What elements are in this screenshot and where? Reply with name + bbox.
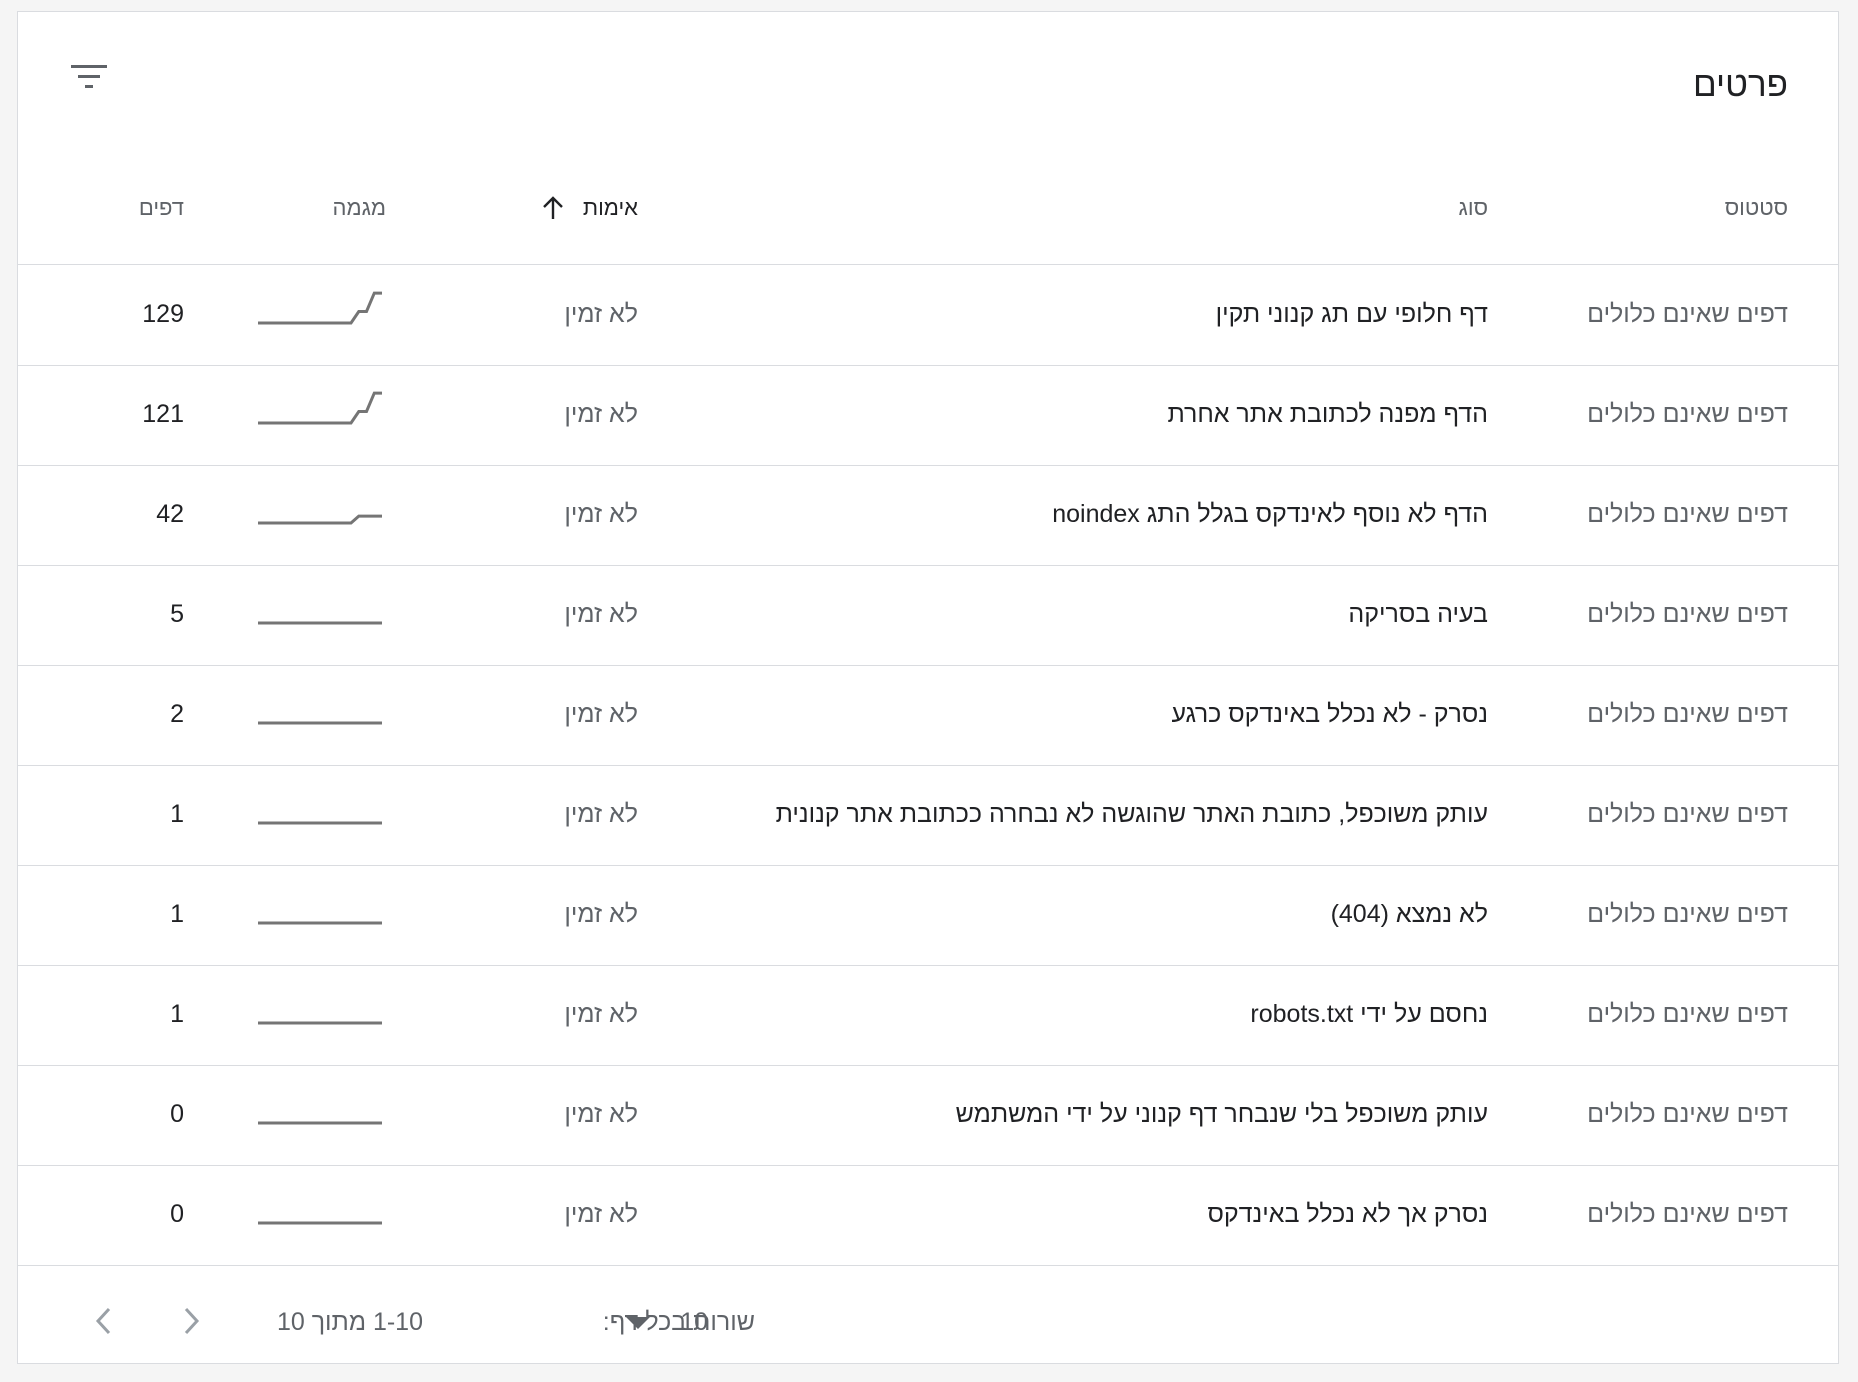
row-trend-sparkline (256, 389, 386, 431)
row-pages: 121 (142, 400, 184, 428)
row-type: בעיה בסריקה (1348, 600, 1488, 628)
row-pages: 129 (142, 300, 184, 328)
row-pages: 2 (170, 700, 184, 728)
trend-sparkline (258, 1021, 382, 1025)
row-type: נסרק אך לא נכלל באינדקס (1207, 1200, 1488, 1228)
row-pages: 5 (170, 600, 184, 628)
trend-sparkline (258, 1121, 382, 1125)
row-status: דפים שאינם כלולים (1587, 300, 1788, 328)
row-trend-sparkline (256, 1089, 386, 1131)
trend-sparkline (258, 391, 382, 425)
row-pages: 1 (170, 800, 184, 828)
row-type: נחסם על ידי robots.txt (1250, 1000, 1488, 1028)
row-verification: לא זמין (564, 700, 638, 728)
filter-button[interactable] (64, 52, 114, 102)
trend-sparkline (258, 514, 382, 525)
row-verification: לא זמין (564, 1000, 638, 1028)
row-trend-sparkline (256, 689, 386, 731)
row-trend-sparkline (256, 989, 386, 1031)
trend-sparkline (258, 821, 382, 825)
table-row[interactable]: דפים שאינם כלולים הדף לא נוסף לאינדקס בגל… (18, 465, 1838, 566)
header-status[interactable]: סטטוס (1725, 194, 1788, 222)
header-pages[interactable]: דפים (108, 194, 184, 222)
row-type: דף חלופי עם תג קנוני תקין (1215, 300, 1488, 328)
row-type: לא נמצא (404) (1330, 900, 1488, 928)
details-card: פרטים סטטוס סוג אימות מגמה דפים דפים שאי… (17, 11, 1839, 1364)
row-verification: לא זמין (564, 400, 638, 428)
trend-line (258, 291, 382, 325)
row-verification: לא זמין (564, 900, 638, 928)
table-row[interactable]: דפים שאינם כלולים נסרק אך לא נכלל באינדקס… (18, 1165, 1838, 1266)
arrow-up-icon (543, 196, 563, 219)
row-pages: 0 (170, 1100, 184, 1128)
card-title: פרטים (1692, 65, 1788, 104)
header-verification-label: אימות (582, 195, 638, 220)
row-verification: לא זמין (564, 800, 638, 828)
dropdown-triangle-icon (626, 1317, 651, 1329)
row-trend-sparkline (256, 889, 386, 931)
header-verification[interactable]: אימות (541, 194, 638, 222)
row-verification: לא זמין (564, 1100, 638, 1128)
table-header: סטטוס סוג אימות מגמה דפים (18, 156, 1838, 265)
table-row[interactable]: דפים שאינם כלולים נחסם על ידי robots.txt ל… (18, 965, 1838, 1066)
rows-per-page-value: 10 (680, 1308, 708, 1336)
row-type: הדף לא נוסף לאינדקס בגלל התג noindex (1052, 500, 1488, 528)
chevron-left-icon (95, 1307, 111, 1335)
trend-line (258, 514, 382, 525)
row-status: דפים שאינם כלולים (1587, 1200, 1788, 1228)
row-status: דפים שאינם כלולים (1587, 600, 1788, 628)
row-status: דפים שאינם כלולים (1587, 700, 1788, 728)
row-pages: 1 (170, 1000, 184, 1028)
row-verification: לא זמין (564, 1200, 638, 1228)
table-row[interactable]: דפים שאינם כלולים לא נמצא (404) לא זמין 1 (18, 865, 1838, 966)
header-trend: מגמה (332, 195, 386, 220)
table-row[interactable]: דפים שאינם כלולים הדף מפנה לכתובת אתר אחר… (18, 365, 1838, 466)
row-trend-sparkline (256, 289, 386, 331)
filter-icon (71, 65, 107, 88)
table-row[interactable]: דפים שאינם כלולים נסרק - לא נכלל באינדקס … (18, 665, 1838, 766)
header-type[interactable]: סוג (1459, 194, 1488, 222)
row-trend-sparkline (256, 1189, 386, 1231)
pagination-range: 1-10 מתוך 10 (276, 1308, 423, 1336)
trend-sparkline (258, 721, 382, 725)
table-row[interactable]: דפים שאינם כלולים בעיה בסריקה לא זמין 5 (18, 565, 1838, 666)
trend-sparkline (258, 291, 382, 325)
table-row[interactable]: דפים שאינם כלולים דף חלופי עם תג קנוני תק… (18, 265, 1838, 366)
row-verification: לא זמין (564, 300, 638, 328)
row-status: דפים שאינם כלולים (1587, 1100, 1788, 1128)
chevron-right-icon (184, 1307, 200, 1335)
table-row[interactable]: דפים שאינם כלולים עותק משוכפל, כתובת האתר… (18, 765, 1838, 866)
next-page-button[interactable] (163, 1293, 219, 1349)
row-type: נסרק - לא נכלל באינדקס כרגע (1171, 700, 1488, 728)
row-verification: לא זמין (564, 600, 638, 628)
row-status: דפים שאינם כלולים (1587, 500, 1788, 528)
row-trend-sparkline (256, 489, 386, 531)
trend-sparkline (258, 921, 382, 925)
row-status: דפים שאינם כלולים (1587, 1000, 1788, 1028)
rows-per-page-select[interactable]: 10 (626, 1307, 708, 1337)
row-trend-sparkline (256, 589, 386, 631)
row-status: דפים שאינם כלולים (1587, 800, 1788, 828)
row-pages: 1 (170, 900, 184, 928)
row-status: דפים שאינם כלולים (1587, 400, 1788, 428)
row-pages: 42 (156, 500, 184, 528)
pagination-bar: שורות בכל דף: 10 1-10 מתוך 10 (18, 1265, 1838, 1365)
row-type: הדף מפנה לכתובת אתר אחרת (1167, 400, 1488, 428)
trend-line (258, 391, 382, 425)
table-row[interactable]: דפים שאינם כלולים עותק משוכפל בלי שנבחר ד… (18, 1065, 1838, 1166)
row-type: עותק משוכפל, כתובת האתר שהוגשה לא נבחרה … (775, 800, 1488, 828)
row-pages: 0 (170, 1200, 184, 1228)
row-trend-sparkline (256, 789, 386, 831)
row-status: דפים שאינם כלולים (1587, 900, 1788, 928)
previous-page-button[interactable] (76, 1293, 132, 1349)
trend-sparkline (258, 621, 382, 625)
row-verification: לא זמין (564, 500, 638, 528)
row-type: עותק משוכפל בלי שנבחר דף קנוני על ידי המ… (955, 1100, 1488, 1128)
trend-sparkline (258, 1221, 382, 1225)
